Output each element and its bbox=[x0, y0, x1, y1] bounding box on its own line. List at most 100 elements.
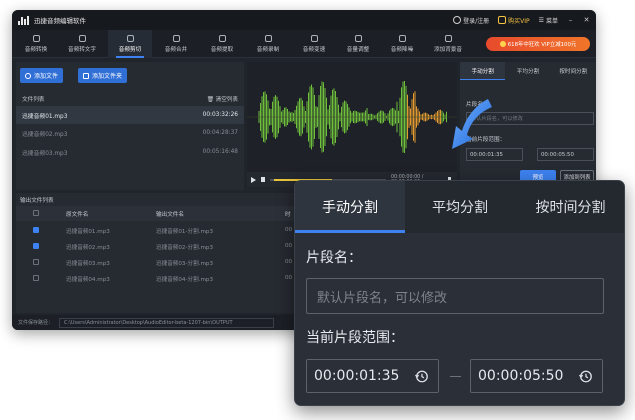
tab-manual-split[interactable]: 手动分割 bbox=[460, 62, 506, 80]
output-list-title: 输出文件列表 bbox=[20, 198, 54, 204]
file-list-title: 文件列表 bbox=[22, 97, 45, 103]
row-time: 00 bbox=[285, 259, 293, 265]
file-duration: 00:04:28:37 bbox=[202, 130, 238, 136]
tab-average-split[interactable]: 平均分割 bbox=[405, 181, 515, 233]
clear-list-label: 清空列表 bbox=[215, 97, 238, 103]
tool-label: 音频录制 bbox=[256, 47, 280, 53]
stage: 迅捷音频编辑软件 登录/注册 购买VIP ☰ 菜单 – ✕ 音频转换 音频转文字… bbox=[0, 0, 635, 420]
volume-icon bbox=[354, 35, 362, 42]
row-checkbox[interactable] bbox=[33, 243, 39, 249]
save-path-field[interactable]: C:\Users\Administrator\Desktop\AudioEdit… bbox=[59, 317, 275, 328]
file-row[interactable]: 迅捷音频03.mp3 00:05:16:48 bbox=[16, 143, 244, 161]
menu-icon: ☰ bbox=[538, 16, 544, 24]
column-header: 时 bbox=[285, 212, 291, 218]
table-row[interactable]: 迅捷音频04.mp3 迅捷音频04-分割.mp3 00 bbox=[16, 271, 296, 286]
tool-label: 音频合并 bbox=[164, 47, 188, 53]
row-time: 00 bbox=[285, 227, 293, 233]
split-tabs: 手动分割 平均分割 按时间分割 bbox=[460, 62, 596, 80]
tool-audio-to-text[interactable]: 音频转文字 bbox=[60, 30, 104, 58]
menu-button[interactable]: ☰ 菜单 bbox=[539, 16, 558, 25]
tool-volume-adjust[interactable]: 音量调整 bbox=[336, 30, 380, 58]
column-header: 原文件名 bbox=[66, 212, 89, 218]
row-checkbox[interactable] bbox=[33, 275, 39, 281]
file-row[interactable]: 迅捷音频02.mp3 00:04:28:37 bbox=[16, 124, 244, 142]
segment-range-label: 当前片段范围： bbox=[306, 330, 404, 346]
merge-icon bbox=[172, 35, 180, 42]
stop-icon[interactable] bbox=[261, 177, 266, 182]
promo-banner[interactable]: 618年中狂欢 VIP立减100元 bbox=[486, 37, 590, 51]
segment-name-label: 片段名： bbox=[306, 250, 362, 266]
file-duration: 00:05:16:48 bbox=[202, 149, 238, 155]
tool-audio-convert[interactable]: 音频转换 bbox=[14, 30, 58, 58]
file-name: 迅捷音频02.mp3 bbox=[22, 131, 68, 138]
tool-label: 音频降噪 bbox=[390, 47, 414, 53]
end-time-value: 00:00:05:50 bbox=[478, 368, 564, 384]
close-icon[interactable]: ✕ bbox=[583, 16, 590, 24]
row-checkbox[interactable] bbox=[33, 227, 39, 233]
refresh-icon bbox=[32, 35, 40, 42]
row-time: 00 bbox=[285, 243, 293, 249]
tool-audio-record[interactable]: 音频录制 bbox=[246, 30, 290, 58]
end-time-field[interactable]: 00:00:05:50 bbox=[537, 148, 594, 161]
file-duration: 00:03:32:26 bbox=[202, 112, 238, 118]
zoomed-split-panel: 手动分割 平均分割 按时间分割 片段名： 默认片段名，可以修改 当前片段范围： … bbox=[294, 180, 625, 406]
segment-name-input[interactable]: 默认片段名，可以修改 bbox=[306, 278, 604, 314]
tool-audio-speed[interactable]: 音频变速 bbox=[292, 30, 336, 58]
tab-time-split[interactable]: 按时间分割 bbox=[515, 181, 624, 233]
folder-icon bbox=[83, 72, 89, 79]
tool-label: 音频转文字 bbox=[68, 47, 96, 53]
tab-time-split[interactable]: 按时间分割 bbox=[551, 62, 596, 80]
add-folder-label: 添加文件夹 bbox=[92, 73, 123, 80]
add-file-label: 添加文件 bbox=[34, 73, 59, 80]
login-button[interactable]: 登录/注册 bbox=[453, 16, 489, 25]
waveform-display[interactable] bbox=[247, 62, 457, 172]
tool-label: 音量调整 bbox=[346, 47, 370, 53]
table-row[interactable]: 迅捷音频03.mp3 迅捷音频03-分割.mp3 00 bbox=[16, 255, 296, 270]
source-file: 迅捷音频02.mp3 bbox=[66, 245, 110, 251]
gift-icon bbox=[499, 41, 506, 47]
select-all-checkbox[interactable] bbox=[33, 210, 39, 216]
output-table-header: 原文件名 输出文件名 时 bbox=[16, 206, 296, 221]
text-icon bbox=[78, 35, 86, 42]
start-time-value: 00:00:01:35 bbox=[314, 368, 400, 384]
play-icon[interactable] bbox=[251, 176, 256, 183]
start-time-field[interactable]: 00:00:01:35 bbox=[306, 359, 439, 393]
tool-audio-cut[interactable]: 音频剪切 bbox=[108, 30, 152, 58]
row-time: 00 bbox=[285, 275, 293, 281]
file-name: 迅捷音频01.mp3 bbox=[22, 113, 68, 120]
tool-label: 添加背景音 bbox=[434, 47, 462, 53]
column-header: 输出文件名 bbox=[156, 212, 184, 218]
source-file: 迅捷音频01.mp3 bbox=[66, 229, 110, 235]
waveform-svg bbox=[247, 81, 457, 153]
tab-average-split[interactable]: 平均分割 bbox=[505, 62, 550, 80]
menu-label: 菜单 bbox=[545, 17, 558, 25]
tool-add-bgm[interactable]: 添加背景音 bbox=[426, 30, 470, 58]
time-reset-icon[interactable] bbox=[414, 369, 429, 384]
tool-audio-extract[interactable]: 音频提取 bbox=[200, 30, 244, 58]
table-row[interactable]: 迅捷音频01.mp3 迅捷音频01-分割.mp3 00 bbox=[16, 223, 296, 238]
tool-label: 音频剪切 bbox=[118, 47, 142, 53]
tab-manual-split[interactable]: 手动分割 bbox=[295, 181, 405, 233]
file-name: 迅捷音频03.mp3 bbox=[22, 150, 68, 157]
tool-noise-reduction[interactable]: 音频降噪 bbox=[380, 30, 424, 58]
end-time-field[interactable]: 00:00:05:50 bbox=[470, 359, 603, 393]
noise-icon bbox=[398, 35, 406, 42]
add-file-button[interactable]: 添加文件 bbox=[20, 68, 64, 83]
tool-audio-merge[interactable]: 音频合并 bbox=[154, 30, 198, 58]
scissors-icon bbox=[126, 35, 134, 42]
extract-icon bbox=[218, 35, 226, 42]
buy-vip-button[interactable]: 购买VIP bbox=[498, 16, 530, 25]
user-icon bbox=[453, 16, 462, 24]
time-reset-icon[interactable] bbox=[578, 369, 593, 384]
add-folder-button[interactable]: 添加文件夹 bbox=[78, 68, 128, 83]
minimize-icon[interactable]: – bbox=[567, 16, 574, 24]
output-file: 迅捷音频02-分割.mp3 bbox=[156, 245, 214, 251]
clear-list-button[interactable]: 🗑 清空列表 bbox=[207, 95, 238, 103]
buy-vip-label: 购买VIP bbox=[508, 17, 530, 25]
file-list-panel: 添加文件 添加文件夹 文件列表 🗑 清空列表 迅捷音频01.mp3 00:03:… bbox=[16, 62, 244, 190]
file-row[interactable]: 迅捷音频01.mp3 00:03:32:26 bbox=[16, 106, 244, 124]
table-row[interactable]: 迅捷音频02.mp3 迅捷音频02-分割.mp3 00 bbox=[16, 239, 296, 254]
speed-icon bbox=[310, 35, 318, 42]
source-file: 迅捷音频03.mp3 bbox=[66, 261, 110, 267]
row-checkbox[interactable] bbox=[33, 259, 39, 265]
